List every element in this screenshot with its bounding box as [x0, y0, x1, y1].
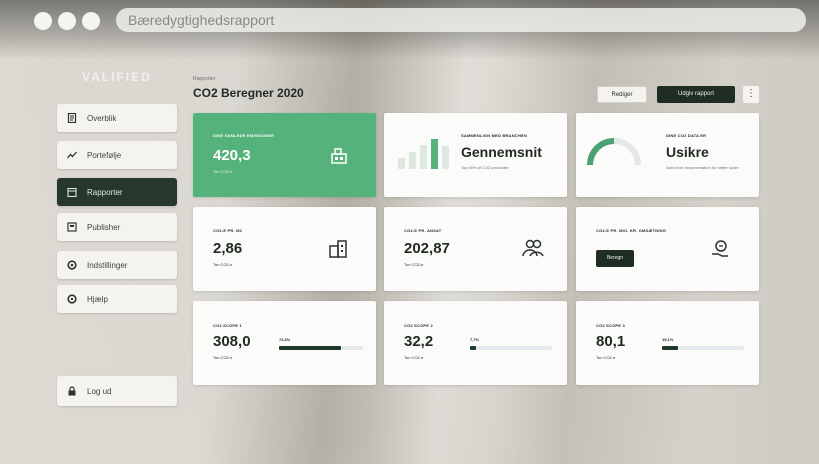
card-value: 420,3: [213, 147, 251, 164]
sidebar-item-indstillinger[interactable]: Indstillinger: [57, 251, 177, 279]
card-note: Add more documentation for better score: [666, 165, 739, 170]
comparison-bar: [442, 146, 449, 169]
scope-progress-bar: [662, 346, 744, 350]
comparison-bar: [420, 145, 427, 169]
card-unit: Ton CO2-e: [213, 169, 233, 174]
more-options-button[interactable]: ⋮: [743, 86, 759, 103]
card-label: CO2 SCOPE 1: [213, 323, 242, 328]
comparison-bar: [409, 152, 416, 169]
card-label: CO2 SCOPE 2: [404, 323, 433, 328]
card-unit: Ton CO2-e: [404, 262, 424, 267]
card-unit: Ton CO2-e: [213, 355, 233, 360]
card-value: 80,1: [596, 333, 626, 350]
sidebar-item-publisher[interactable]: Publisher: [57, 213, 177, 241]
comparison-bar: [398, 158, 405, 169]
sidebar-item-label: Overblik: [87, 113, 117, 123]
calendar-icon: [67, 187, 77, 197]
card-label: DINE CO2 DATA ER: [666, 133, 707, 138]
scope-progress-fill: [470, 346, 477, 350]
logout-label: Log ud: [87, 386, 112, 396]
page-title: CO2 Beregner 2020: [193, 86, 304, 100]
sidebar-item-rapporter[interactable]: Rapporter: [57, 178, 177, 206]
scope-percent-label: 7,7%: [470, 337, 480, 342]
card-label: CO2 SCOPE 3: [596, 323, 625, 328]
sidebar-item-label: Indstillinger: [87, 260, 128, 270]
card-scope-3: CO2 SCOPE 3 80,1 Ton CO2-e 19,1%: [576, 301, 759, 385]
breadcrumb[interactable]: Rapporter: [193, 76, 215, 82]
scope-percent-label: 19,1%: [662, 337, 674, 342]
money-hand-icon: [712, 240, 728, 257]
sidebar-item-overblik[interactable]: Overblik: [57, 104, 177, 132]
card-value: Gennemsnit: [461, 144, 542, 160]
publish-icon: [67, 222, 77, 232]
scope-progress-fill: [662, 346, 678, 350]
scope-percent-label: 73,3%: [279, 337, 291, 342]
sidebar-item-portefolje[interactable]: Portefølje: [57, 141, 177, 169]
card-total-emissions: DINE SAMLEDE EMISSIONER 420,3 Ton CO2-e: [193, 113, 376, 197]
card-scope-2: CO2 SCOPE 2 32,2 Ton CO2-e 7,7%: [384, 301, 567, 385]
card-note: Top 40% af CO2 producter: [461, 165, 509, 170]
card-data-quality: DINE CO2 DATA ER Usikre Add more documen…: [576, 113, 759, 197]
buildings-icon: [331, 148, 347, 164]
calculate-button[interactable]: Beregn: [596, 250, 634, 267]
card-label: CO2-E PR. M2: [213, 228, 243, 233]
browser-titlebar: Bæredygtighedsrapport: [0, 0, 819, 40]
card-unit: Ton CO2-e: [596, 355, 616, 360]
card-value: 308,0: [213, 333, 251, 350]
address-bar[interactable]: Bæredygtighedsrapport: [116, 8, 806, 32]
trend-line-icon: [67, 151, 77, 159]
gauge-fill: [587, 138, 615, 166]
brand-logo: VALIFIED: [82, 70, 152, 84]
document-icon: [67, 113, 77, 123]
scope-progress-fill: [279, 346, 341, 350]
card-industry-comparison: SAMMENLIGN MED BRANCHEN Gennemsnit Top 4…: [384, 113, 567, 197]
window-close-dot[interactable]: [34, 12, 52, 30]
window-maximize-dot[interactable]: [82, 12, 100, 30]
card-unit: Ton CO2-e: [213, 262, 233, 267]
scope-progress-bar: [279, 346, 363, 350]
sidebar-item-label: Hjælp: [87, 294, 108, 304]
card-value: 32,2: [404, 333, 434, 350]
card-unit: Ton CO2-e: [404, 355, 424, 360]
lock-icon: [68, 386, 76, 396]
card-value: Usikre: [666, 144, 709, 160]
card-co2-per-revenue: CO2-E PR. MIO. KR. OMSÆTNING Beregn: [576, 207, 759, 291]
sidebar-item-label: Rapporter: [87, 187, 123, 197]
users-icon: [522, 239, 544, 257]
sidebar-item-label: Portefølje: [87, 150, 122, 160]
card-label: CO2-E PR. ANSAT: [404, 228, 442, 233]
card-label: DINE SAMLEDE EMISSIONER: [213, 133, 275, 138]
card-co2-per-employee: CO2-E PR. ANSAT 202,87 Ton CO2-e: [384, 207, 567, 291]
sidebar-item-hjaelp[interactable]: Hjælp: [57, 285, 177, 313]
card-value: 202,87: [404, 240, 450, 257]
help-icon: [67, 294, 77, 304]
scope-progress-bar: [470, 346, 552, 350]
card-co2-per-m2: CO2-E PR. M2 2,86 Ton CO2-e: [193, 207, 376, 291]
building-icon: [329, 240, 347, 258]
gear-icon: [67, 260, 77, 270]
comparison-bar: [431, 139, 438, 169]
card-scope-1: CO2 SCOPE 1 308,0 Ton CO2-e 73,3%: [193, 301, 376, 385]
edit-button[interactable]: Rediger: [597, 86, 647, 103]
card-value: 2,86: [213, 240, 243, 257]
card-label: CO2-E PR. MIO. KR. OMSÆTNING: [596, 228, 667, 233]
quality-gauge: [587, 138, 641, 166]
window-minimize-dot[interactable]: [58, 12, 76, 30]
card-label: SAMMENLIGN MED BRANCHEN: [461, 133, 527, 138]
logout-button[interactable]: Log ud: [57, 376, 177, 406]
sidebar-item-label: Publisher: [87, 222, 121, 232]
publish-report-button[interactable]: Udgiv rapport: [657, 86, 735, 103]
